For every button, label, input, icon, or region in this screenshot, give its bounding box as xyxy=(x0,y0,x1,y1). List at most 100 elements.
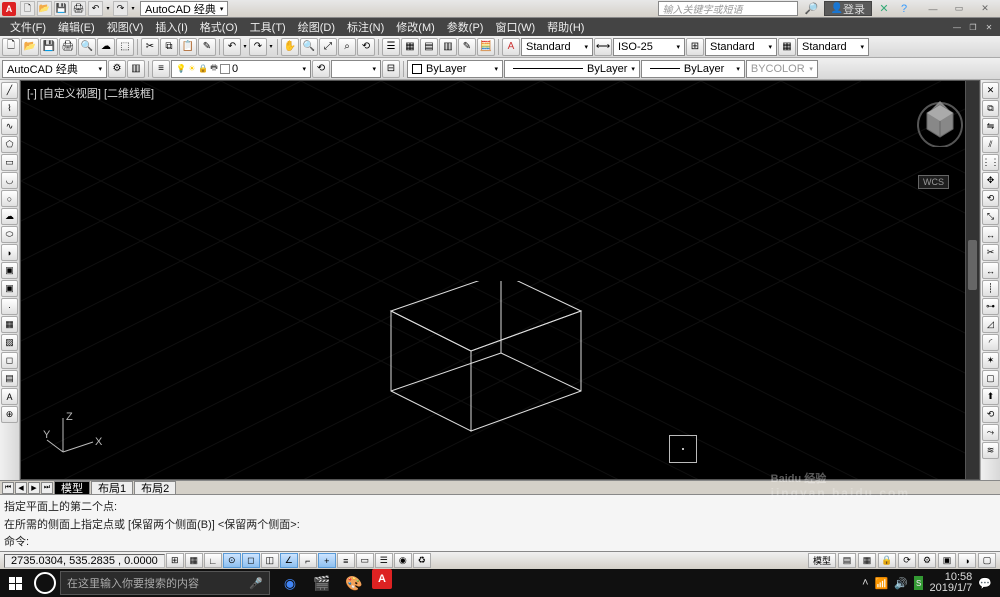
help-icon[interactable]: ? xyxy=(896,1,912,17)
cleanscreen-icon[interactable]: ▢ xyxy=(978,553,996,568)
spline-icon[interactable]: ∿ xyxy=(1,118,18,135)
undo-icon[interactable]: ↶ xyxy=(223,38,241,56)
tray-chevron-icon[interactable]: ˄ xyxy=(862,577,868,589)
table-icon[interactable]: ▤ xyxy=(1,370,18,387)
move-icon[interactable]: ✥ xyxy=(982,172,999,189)
linetype-combo[interactable]: ByLayer▾ xyxy=(504,60,640,78)
polar-toggle[interactable]: ⊙ xyxy=(223,553,241,568)
hw-accel-icon[interactable]: ▣ xyxy=(938,553,956,568)
stretch-icon[interactable]: ↔ xyxy=(982,226,999,243)
extrude-icon[interactable]: ⬆ xyxy=(982,388,999,405)
zoom-prev-icon[interactable]: ⟲ xyxy=(357,38,375,56)
otrack-toggle[interactable]: ∠ xyxy=(280,553,298,568)
toolpal-icon[interactable]: ▤ xyxy=(420,38,438,56)
menu-view[interactable]: 视图(V) xyxy=(101,18,150,36)
video-editor-icon[interactable]: 🎬 xyxy=(308,569,336,597)
cortana-icon[interactable] xyxy=(34,572,56,594)
dyn-toggle[interactable]: + xyxy=(318,553,336,568)
offset-icon[interactable]: ⫽ xyxy=(982,136,999,153)
circle-icon[interactable]: ○ xyxy=(1,190,18,207)
layer-prev-icon[interactable]: ⟲ xyxy=(312,60,330,78)
clock[interactable]: 10:58 2019/1/7 xyxy=(929,572,972,594)
command-window[interactable]: 指定平面上的第二个点: 在所需的侧面上指定点或 [保留两个侧面(B)] <保留两… xyxy=(0,494,1000,551)
coordinates-readout[interactable]: 2735.0304, 535.2835 , 0.0000 xyxy=(4,554,165,568)
join-icon[interactable]: ⊶ xyxy=(982,298,999,315)
save-icon[interactable]: 💾 xyxy=(40,38,58,56)
layer-iso-icon[interactable]: ⊟ xyxy=(382,60,400,78)
polygon-icon[interactable]: ⬠ xyxy=(1,136,18,153)
menu-draw[interactable]: 绘图(D) xyxy=(292,18,341,36)
search-go-icon[interactable]: 🔎 xyxy=(804,1,820,17)
cut-icon[interactable]: ✂ xyxy=(141,38,159,56)
qat-redo-icon[interactable]: ↷ xyxy=(113,1,128,16)
scale-icon[interactable]: ⤡ xyxy=(982,208,999,225)
qv-drawings-icon[interactable]: ▦ xyxy=(858,553,876,568)
volume-icon[interactable]: 🔊 xyxy=(894,577,908,590)
insert-icon[interactable]: ▣ xyxy=(1,262,18,279)
menu-dim[interactable]: 标注(N) xyxy=(341,18,390,36)
grid-toggle[interactable]: ▦ xyxy=(185,553,203,568)
sweep-icon[interactable]: ⤳ xyxy=(982,424,999,441)
publish-icon[interactable]: ☁ xyxy=(97,38,115,56)
tab-prev-icon[interactable]: ◀ xyxy=(15,482,27,494)
box-icon[interactable]: ▢ xyxy=(982,370,999,387)
ws-settings-icon[interactable]: ⚙ xyxy=(108,60,126,78)
menu-tools[interactable]: 工具(T) xyxy=(244,18,292,36)
help-search-input[interactable]: 输入关键字或短语 xyxy=(658,1,798,16)
signin-button[interactable]: 👤 登录 xyxy=(824,1,872,16)
tab-next-icon[interactable]: ▶ xyxy=(28,482,40,494)
qcalc-icon[interactable]: 🧮 xyxy=(477,38,495,56)
extend-icon[interactable]: ↔ xyxy=(982,262,999,279)
workspace-selector[interactable]: AutoCAD 经典 ▾ xyxy=(140,1,228,16)
lwt-toggle[interactable]: ≡ xyxy=(337,553,355,568)
addsel-icon[interactable]: ⊕ xyxy=(1,406,18,423)
autoscale-icon[interactable]: ⟳ xyxy=(898,553,916,568)
rect-icon[interactable]: ▭ xyxy=(1,154,18,171)
mlstyle-combo[interactable]: Standard▾ xyxy=(705,38,777,56)
open-icon[interactable]: 📂 xyxy=(21,38,39,56)
ms-icon[interactable]: ⊞ xyxy=(686,38,704,56)
erase-icon[interactable]: ✕ xyxy=(982,82,999,99)
layer-manager-icon[interactable]: ≡ xyxy=(152,60,170,78)
tab-layout2[interactable]: 布局2 xyxy=(134,481,176,494)
fillet-icon[interactable]: ◜ xyxy=(982,334,999,351)
vertical-scrollbar[interactable] xyxy=(965,81,979,479)
drawing-viewport[interactable]: [-] [自定义视图] [二维线框] WCS xyxy=(20,80,980,480)
match-icon[interactable]: ✎ xyxy=(198,38,216,56)
color-combo[interactable]: ByLayer▾ xyxy=(407,60,503,78)
model-toggle[interactable]: 模型 xyxy=(808,553,836,568)
start-button[interactable] xyxy=(0,569,30,597)
paint-icon[interactable]: 🎨 xyxy=(340,569,368,597)
ann-scale-icon[interactable]: 🔒 xyxy=(878,553,896,568)
copy-icon[interactable]: ⧉ xyxy=(160,38,178,56)
snap-toggle[interactable]: ⊞ xyxy=(166,553,184,568)
new-icon[interactable]: 🗋 xyxy=(2,38,20,56)
isolate-icon[interactable]: ◑ xyxy=(958,553,976,568)
microphone-icon[interactable]: 🎤 xyxy=(249,577,263,590)
workspace-combo2[interactable]: AutoCAD 经典▾ xyxy=(2,60,107,78)
ortho-toggle[interactable]: ∟ xyxy=(204,553,222,568)
ime-icon[interactable]: s xyxy=(914,576,924,590)
3dosnap-toggle[interactable]: ◫ xyxy=(261,553,279,568)
tblstyle-combo[interactable]: Standard▾ xyxy=(797,38,869,56)
qat-undo-icon[interactable]: ↶ xyxy=(88,1,103,16)
qat-plot-icon[interactable]: 🖨 xyxy=(71,1,86,16)
zoom-win-icon[interactable]: ⌕ xyxy=(338,38,356,56)
markup-icon[interactable]: ✎ xyxy=(458,38,476,56)
network-icon[interactable]: 📶 xyxy=(875,577,889,590)
qat-undo-dd-icon[interactable]: ▾ xyxy=(105,1,111,16)
region-icon[interactable]: ◻ xyxy=(1,352,18,369)
notifications-icon[interactable]: 💬 xyxy=(978,577,992,590)
doc-restore-icon[interactable]: ❐ xyxy=(966,20,980,34)
textstyle-combo[interactable]: Standard▾ xyxy=(521,38,593,56)
menu-edit[interactable]: 编辑(E) xyxy=(52,18,101,36)
props-icon[interactable]: ☰ xyxy=(382,38,400,56)
explode-icon[interactable]: ✶ xyxy=(982,352,999,369)
pline-icon[interactable]: ⌇ xyxy=(1,100,18,117)
hatch-icon[interactable]: ▦ xyxy=(1,316,18,333)
lineweight-combo[interactable]: ByLayer▾ xyxy=(641,60,745,78)
qv-layouts-icon[interactable]: ▤ xyxy=(838,553,856,568)
chrome-icon[interactable]: ◉ xyxy=(276,569,304,597)
mirror-icon[interactable]: ⇋ xyxy=(982,118,999,135)
ucs-icon[interactable]: X Y Z xyxy=(43,412,103,465)
